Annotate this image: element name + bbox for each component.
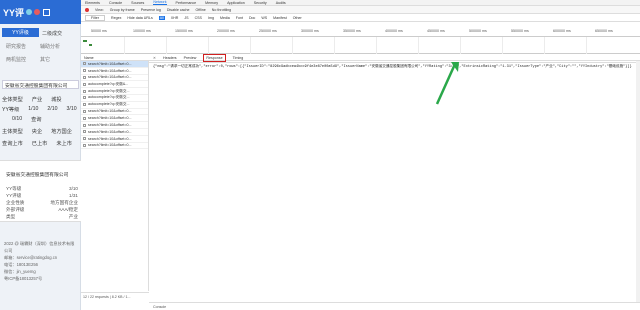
nav-other[interactable]: 其它	[40, 56, 50, 63]
status-bar: 12 / 22 requests | 8.2 KB / 1...	[81, 292, 149, 300]
request-row[interactable]: autocomplete?q=安徽交...	[81, 102, 148, 109]
sidebar: YY评 YY评级 二级成交 研究报告 辅助分析 两机监控 其它 安徽省交通控股集…	[0, 0, 81, 310]
tab-memory[interactable]: Memory	[205, 1, 218, 5]
filter-yy: YY等级 1/10 2/10 3/10	[2, 106, 77, 113]
scrollbar[interactable]	[636, 61, 640, 302]
console-tab[interactable]: Console	[153, 305, 166, 309]
timeline-bar	[83, 40, 87, 42]
info-card: 安徽省交通控股集团有限公司 YY等级 3/10 YY评级 1/31 企业性质 地方国有…	[0, 160, 81, 222]
green-arrow	[435, 62, 459, 105]
chat-icon[interactable]	[26, 9, 33, 15]
tab-console[interactable]: Console	[109, 1, 122, 5]
detail-tabs: ✕ Headers Preview Response Timing	[149, 54, 640, 63]
tab-performance[interactable]: Performance	[176, 1, 197, 5]
tab-headers[interactable]: Headers	[163, 56, 177, 60]
request-row[interactable]: autocomplete?q=安徽&...	[81, 81, 148, 89]
tab-security[interactable]: Security	[254, 1, 267, 5]
request-row[interactable]: search?limit=10&offset=0...	[81, 75, 148, 82]
notify-icon[interactable]	[34, 9, 41, 15]
tab-application[interactable]: Application	[227, 1, 245, 5]
edit-icon[interactable]	[43, 8, 51, 16]
request-row[interactable]: search?limit=10&offset=0...	[81, 115, 148, 123]
filter-type: 全体类型 产业 城投	[2, 97, 62, 103]
filter-listed: 查询上市 已上市 未上市	[2, 141, 72, 147]
request-row[interactable]: search?limit=10&offset=0...	[81, 109, 148, 116]
nav-monitor[interactable]: 两机监控	[6, 56, 26, 63]
tab-preview[interactable]: Preview	[184, 56, 197, 60]
filter-input[interactable]: Filter	[85, 14, 105, 21]
filter-entity: 主体类型 央企 地方国企	[2, 129, 72, 135]
request-row[interactable]: search?limit=10&offset=0...	[81, 61, 148, 68]
page-root: YY评 YY评级 二级成交 研究报告 辅助分析 两机监控 其它 安徽省交通控股集…	[0, 0, 640, 310]
request-row[interactable]: autocomplete?q=安徽交...	[81, 88, 148, 95]
logo: YY评	[3, 7, 25, 18]
tab-timing[interactable]: Timing	[233, 56, 244, 60]
footer: 2022 @ 瑞霖财（深圳）信息技术有限公司 邮箱：service@rating…	[4, 241, 75, 281]
filter-bar: Filter Regex Hide data URLs All XHR JS C…	[81, 14, 640, 22]
nav-research[interactable]: 研究报告	[6, 43, 26, 50]
request-row[interactable]: search?limit=10&offset=0...	[81, 136, 148, 143]
request-row[interactable]: search?limit=10&offset=0...	[81, 122, 148, 129]
tab-response[interactable]: Response	[203, 54, 226, 62]
nav-yy-rating[interactable]: YY评级	[2, 28, 39, 37]
network-toolbar: View: Group by frame Preserve log Disabl…	[81, 6, 640, 14]
devtools: Elements Console Sources Network Perform…	[81, 0, 640, 310]
request-row[interactable]: search?limit=10&offset=0...	[81, 143, 148, 150]
info-table: YY等级 3/10 YY评级 1/31 企业性质 地方国有企业 外部评级 AAA/稳定 …	[6, 186, 78, 219]
tab-sources[interactable]: Sources	[131, 1, 144, 5]
record-icon[interactable]	[85, 7, 89, 12]
search-input[interactable]: 安徽省交通控股集团有限公司	[2, 80, 79, 89]
info-title: 安徽省交通控股集团有限公司	[6, 173, 69, 178]
request-row[interactable]: autocomplete?q=安徽交...	[81, 95, 148, 102]
tab-elements[interactable]: Elements	[85, 1, 100, 5]
nav-analysis[interactable]: 辅助分析	[40, 43, 60, 50]
tab-audits[interactable]: Audits	[276, 1, 286, 5]
top-bar: YY评	[0, 0, 81, 24]
close-icon[interactable]: ✕	[153, 56, 156, 60]
timeline-bar	[89, 44, 92, 46]
nav-secondary[interactable]: 二级成交	[42, 30, 62, 37]
response-body[interactable]: {"msg":"请求一切正常成功","error":0,"rows":[{"Is…	[153, 64, 640, 70]
filter-range: 0/10 查询	[12, 116, 42, 123]
timeline-graph[interactable]	[81, 37, 640, 54]
request-row[interactable]: search?limit=10&offset=0...	[81, 129, 148, 136]
console-drawer: Console	[149, 302, 640, 310]
request-list: search?limit=10&offset=0... search?limit…	[81, 61, 149, 291]
timeline-ruler: 50000 ms 100000 ms 150000 ms 200000 ms 2…	[81, 27, 640, 37]
tab-network[interactable]: Network	[153, 0, 167, 5]
request-row[interactable]: search?limit=10&offset=0...	[81, 68, 148, 75]
